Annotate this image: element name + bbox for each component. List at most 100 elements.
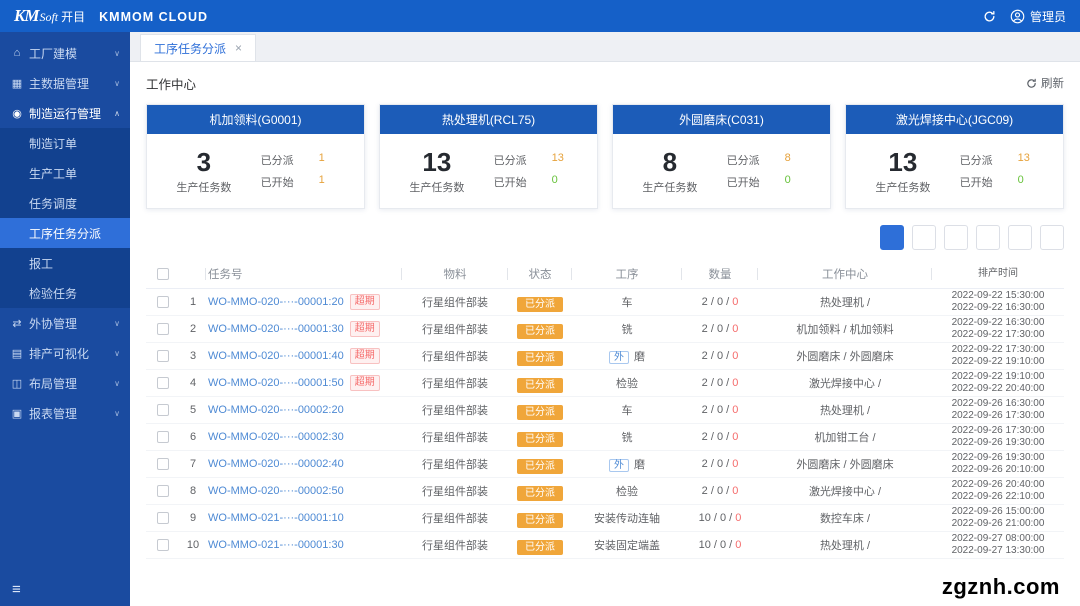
material-cell: 行星组件部装 (422, 459, 488, 471)
schedule-time-cell: 2022-09-26 20:40:00 2022-09-26 22:10:00 (951, 479, 1045, 502)
sidebar-subitem-label: 生产工单 (29, 166, 78, 181)
sidebar-subitem[interactable]: 生产工单 (0, 158, 130, 188)
quantity-cell: 2 / 0 /0 (701, 485, 739, 497)
user-menu[interactable]: 管理员 (1010, 8, 1066, 25)
table-row[interactable]: 7 WO-MMO-020-···-00002:40 行星组件部装 已分派 外磨 … (146, 451, 1064, 478)
row-checkbox[interactable] (157, 350, 169, 362)
card-assigned-value: 1 (318, 152, 325, 164)
logo-soft: Soft (39, 10, 59, 24)
sidebar-item[interactable]: ▦ 主数据管理 ∨ (0, 68, 130, 98)
table-row[interactable]: 10 WO-MMO-021-···-00001:30 行星组件部装 已分派 安装… (146, 532, 1064, 559)
sidebar-collapse-button[interactable]: ≡ (0, 572, 130, 606)
sidebar-item-label: 工厂建模 (29, 46, 78, 61)
quantity-overdue-value: 0 (732, 296, 739, 308)
sidebar-item[interactable]: ⌂ 工厂建模 ∨ (0, 38, 130, 68)
card-title: 机加领料(G0001) (147, 105, 364, 134)
task-number-link[interactable]: WO-MMO-020-···-00001:30 (208, 323, 344, 335)
sidebar-item[interactable]: ◉ 制造运行管理 ∧ (0, 98, 130, 128)
table-row[interactable]: 5 WO-MMO-020-···-00002:20 行星组件部装 已分派 车 2… (146, 397, 1064, 424)
sidebar-item[interactable]: ▣ 报表管理 ∨ (0, 398, 130, 428)
work-center-card[interactable]: 激光焊接中心(JGC09) 13 生产任务数 已分派 13 已开始 0 (845, 104, 1064, 209)
card-task-count: 3 (196, 146, 212, 177)
sidebar-item[interactable]: ◫ 布局管理 ∨ (0, 368, 130, 398)
task-number-link[interactable]: WO-MMO-020-···-00002:20 (208, 404, 344, 416)
row-checkbox[interactable] (157, 512, 169, 524)
filter-button[interactable] (944, 225, 968, 250)
chevron-icon: ∧ (114, 108, 120, 118)
card-started-value: 1 (318, 174, 325, 186)
process-cell: 铣 (621, 324, 633, 336)
card-assigned-label: 已分派 (726, 155, 760, 167)
chevron-icon: ∨ (114, 348, 120, 358)
schedule-time-cell: 2022-09-27 08:00:00 2022-09-27 13:30:00 (951, 533, 1045, 556)
filter-button[interactable] (976, 225, 1000, 250)
sidebar-item[interactable]: ⇄ 外协管理 ∨ (0, 308, 130, 338)
process-cell: 检验 (616, 486, 638, 498)
sidebar-subitem[interactable]: 工序任务分派 (0, 218, 130, 248)
task-number-link[interactable]: WO-MMO-020-···-00001:40 (208, 350, 344, 362)
refresh-icon[interactable] (983, 10, 996, 23)
table-row[interactable]: 6 WO-MMO-020-···-00002:30 行星组件部装 已分派 铣 2… (146, 424, 1064, 451)
layout-icon: ◫ (11, 377, 23, 390)
work-center-card[interactable]: 机加领料(G0001) 3 生产任务数 已分派 1 已开始 1 (146, 104, 365, 209)
table-row[interactable]: 3 WO-MMO-020-···-00001:40 超期 行星组件部装 已分派 … (146, 343, 1064, 370)
filter-button[interactable] (880, 225, 904, 250)
row-checkbox[interactable] (157, 539, 169, 551)
card-started-label: 已开始 (726, 177, 760, 189)
column-header-status: 状态 (508, 266, 572, 282)
table-row[interactable]: 8 WO-MMO-020-···-00002:50 行星组件部装 已分派 检验 … (146, 478, 1064, 505)
schedule-time-cell: 2022-09-22 19:10:00 2022-09-22 20:40:00 (951, 371, 1045, 394)
hamburger-icon: ≡ (12, 580, 21, 598)
refresh-button[interactable]: 刷新 (1026, 75, 1064, 91)
row-checkbox[interactable] (157, 458, 169, 470)
quantity-cell: 2 / 0 /0 (701, 350, 739, 362)
work-center-card[interactable]: 热处理机(RCL75) 13 生产任务数 已分派 13 已开始 0 (379, 104, 598, 209)
sidebar-subitem[interactable]: 任务调度 (0, 188, 130, 218)
filter-button[interactable] (1040, 225, 1064, 250)
row-checkbox[interactable] (157, 377, 169, 389)
table-row[interactable]: 9 WO-MMO-021-···-00001:10 行星组件部装 已分派 安装传… (146, 505, 1064, 532)
task-number-link[interactable]: WO-MMO-021-···-00001:30 (208, 539, 344, 551)
card-title: 激光焊接中心(JGC09) (846, 105, 1063, 134)
row-checkbox[interactable] (157, 296, 169, 308)
table-row[interactable]: 4 WO-MMO-020-···-00001:50 超期 行星组件部装 已分派 … (146, 370, 1064, 397)
quantity-overdue-value: 0 (732, 323, 739, 335)
card-count-label: 生产任务数 (875, 181, 931, 194)
sidebar-item[interactable]: ▤ 排产可视化 ∨ (0, 338, 130, 368)
card-count-label: 生产任务数 (176, 181, 232, 194)
task-number-link[interactable]: WO-MMO-020-···-00002:30 (208, 431, 344, 443)
table-row[interactable]: 2 WO-MMO-020-···-00001:30 超期 行星组件部装 已分派 … (146, 316, 1064, 343)
table-row[interactable]: 1 WO-MMO-020-···-00001:20 超期 行星组件部装 已分派 … (146, 289, 1064, 316)
row-checkbox[interactable] (157, 431, 169, 443)
close-icon[interactable]: × (235, 41, 242, 55)
task-number-link[interactable]: WO-MMO-020-···-00002:40 (208, 458, 344, 470)
task-number-link[interactable]: WO-MMO-020-···-00001:20 (208, 296, 344, 308)
sidebar-item-label: 报表管理 (29, 406, 78, 421)
material-cell: 行星组件部装 (422, 486, 488, 498)
filter-button[interactable] (912, 225, 936, 250)
sidebar: ⌂ 工厂建模 ∨ ▦ 主数据管理 ∨ ◉ 制造运行管理 ∧ 制造订单 生产工单 … (0, 32, 130, 606)
work-center-card[interactable]: 外圆磨床(C031) 8 生产任务数 已分派 8 已开始 0 (612, 104, 831, 209)
select-all-checkbox[interactable] (157, 268, 169, 280)
table-body: 1 WO-MMO-020-···-00001:20 超期 行星组件部装 已分派 … (146, 289, 1064, 559)
factory-icon: ⌂ (13, 47, 21, 59)
filter-button[interactable] (1008, 225, 1032, 250)
product-name: KMMOM CLOUD (99, 10, 209, 24)
sidebar-submenu: 制造订单 生产工单 任务调度 工序任务分派 报工 检验任务 (0, 128, 130, 308)
task-number-link[interactable]: WO-MMO-021-···-00001:10 (208, 512, 344, 524)
logo-cn: 开目 (61, 10, 86, 24)
material-cell: 行星组件部装 (422, 405, 488, 417)
sidebar-subitem[interactable]: 报工 (0, 248, 130, 278)
row-checkbox[interactable] (157, 485, 169, 497)
task-number-link[interactable]: WO-MMO-020-···-00002:50 (208, 485, 344, 497)
sidebar-subitem[interactable]: 制造订单 (0, 128, 130, 158)
row-checkbox[interactable] (157, 323, 169, 335)
tabbar: 工序任务分派 × (130, 32, 1080, 62)
status-badge: 已分派 (517, 296, 563, 312)
row-checkbox[interactable] (157, 404, 169, 416)
card-count-label: 生产任务数 (409, 181, 465, 194)
row-index: 6 (189, 431, 197, 443)
task-number-link[interactable]: WO-MMO-020-···-00001:50 (208, 377, 344, 389)
sidebar-subitem[interactable]: 检验任务 (0, 278, 130, 308)
tab-process-task-dispatch[interactable]: 工序任务分派 × (140, 34, 257, 61)
